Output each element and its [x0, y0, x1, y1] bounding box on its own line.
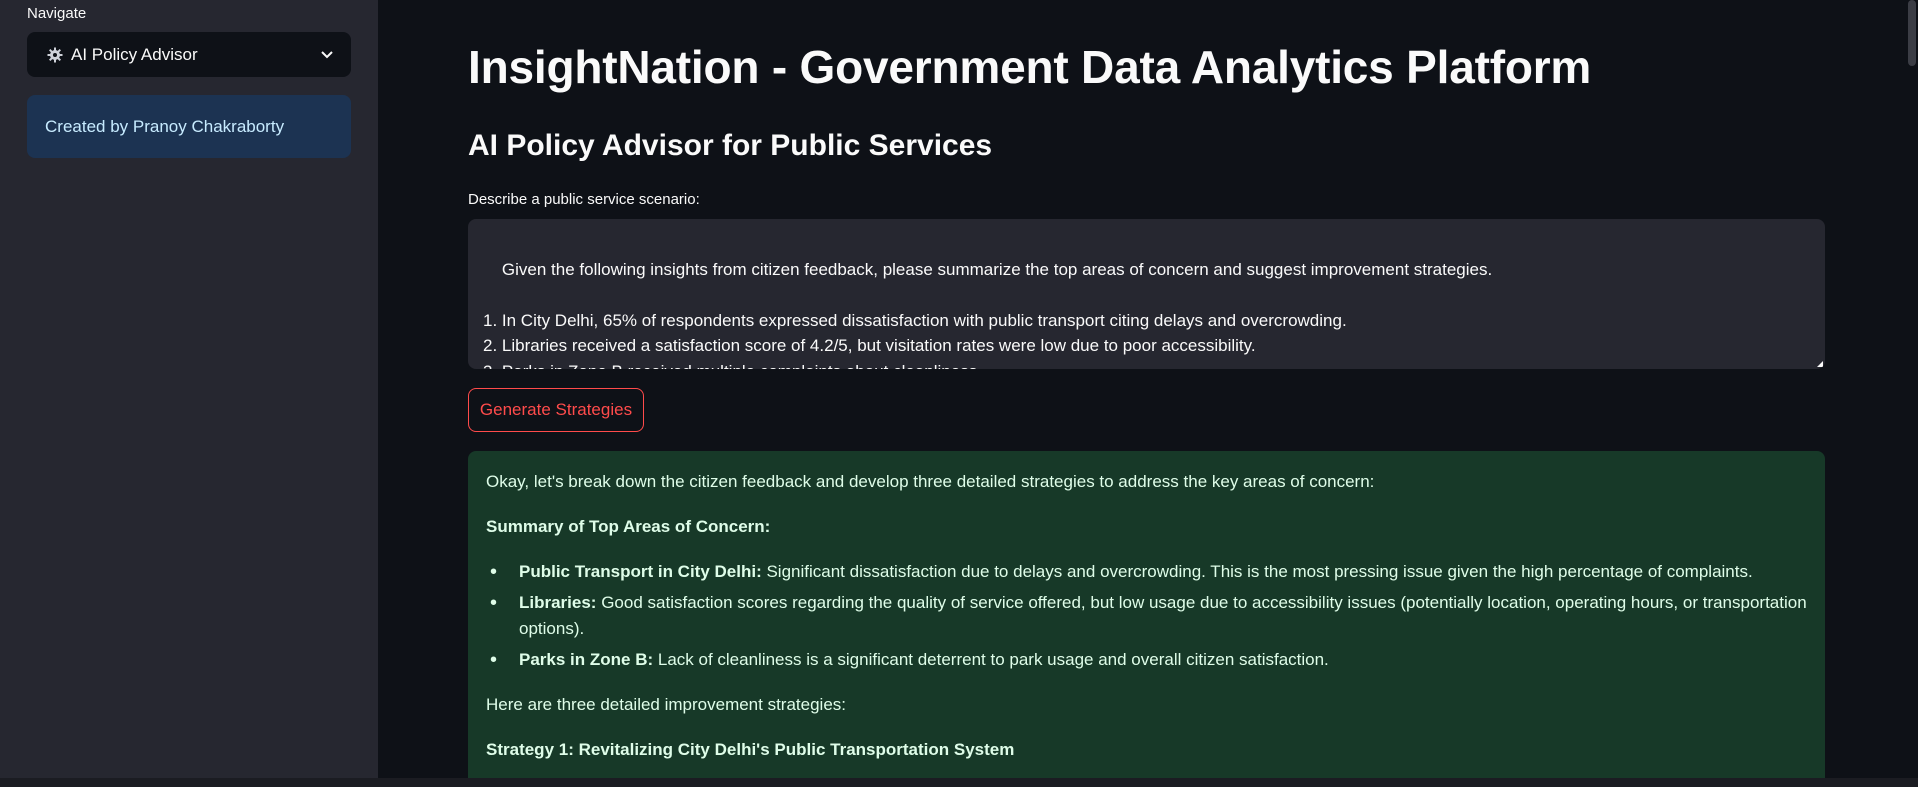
scenario-textarea[interactable]: Given the following insights from citize…: [468, 219, 1825, 369]
strategies-intro: Here are three detailed improvement stra…: [486, 695, 847, 714]
created-by-text: Created by Pranoy Chakraborty: [45, 116, 285, 136]
bullet-text: Lack of cleanliness is a significant det…: [653, 650, 1329, 669]
concern-list: Public Transport in City Delhi: Signific…: [486, 559, 1807, 673]
bullet-title: Parks in Zone B:: [519, 650, 654, 669]
gear-icon: [47, 47, 63, 63]
navigate-label: Navigate: [27, 5, 87, 22]
page-subtitle: AI Policy Advisor for Public Services: [468, 129, 993, 162]
page-title: InsightNation - Government Data Analytic…: [468, 41, 1592, 93]
scenario-label: Describe a public service scenario:: [468, 191, 700, 208]
strategy-response: Okay, let's break down the citizen feedb…: [468, 451, 1825, 787]
list-item: Libraries: Good satisfaction scores rega…: [486, 590, 1807, 642]
chevron-down-icon[interactable]: [319, 46, 335, 62]
main-content: InsightNation - Government Data Analytic…: [378, 0, 1918, 787]
sidebar: Navigate AI Policy Advisor Created by Pr…: [0, 0, 378, 787]
bullet-text: Significant dissatisfaction due to delay…: [761, 562, 1753, 581]
response-intro: Okay, let's break down the citizen feedb…: [486, 472, 1375, 491]
resize-handle[interactable]: [1817, 361, 1823, 367]
bullet-text: Good satisfaction scores regarding the q…: [519, 593, 1807, 638]
scrollbar[interactable]: [1908, 0, 1916, 66]
strategy-1-heading: Strategy 1: Revitalizing City Delhi's Pu…: [486, 740, 1015, 759]
bullet-title: Public Transport in City Delhi:: [519, 562, 762, 581]
page-select[interactable]: AI Policy Advisor: [27, 32, 351, 77]
list-item: Public Transport in City Delhi: Signific…: [486, 559, 1807, 585]
page-select-value: AI Policy Advisor: [71, 44, 198, 64]
created-by-info: Created by Pranoy Chakraborty: [27, 95, 351, 158]
bottom-bar: [0, 778, 1918, 787]
summary-heading: Summary of Top Areas of Concern:: [486, 517, 771, 536]
generate-strategies-button[interactable]: Generate Strategies: [468, 388, 644, 432]
list-item: Parks in Zone B: Lack of cleanliness is …: [486, 647, 1807, 673]
scenario-text: Given the following insights from citize…: [483, 259, 1493, 370]
bullet-title: Libraries:: [519, 593, 597, 612]
